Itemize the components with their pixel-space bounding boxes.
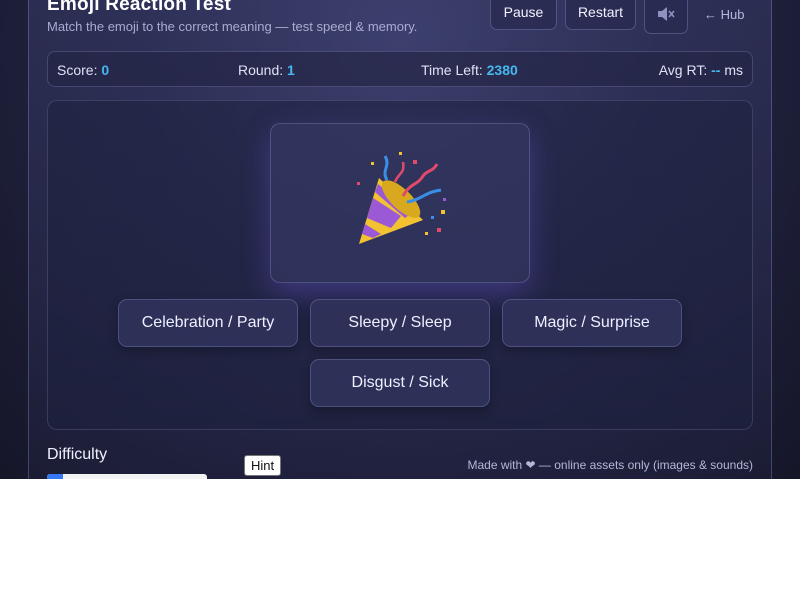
page-subtitle: Match the emoji to the correct meaning —… xyxy=(47,19,418,34)
avg-rt-stat: Avg RT: -- ms xyxy=(659,62,743,78)
hub-link[interactable]: ← Hub xyxy=(704,7,744,22)
score-value: 0 xyxy=(101,62,110,78)
difficulty-label: Difficulty xyxy=(47,446,108,463)
round-value: 1 xyxy=(287,62,295,78)
score-stat: Score: 0 xyxy=(57,62,109,78)
restart-button[interactable]: Restart xyxy=(565,0,636,30)
time-left-value: 2380 xyxy=(486,62,518,78)
score-label: Score: xyxy=(57,62,98,78)
game-viewport: Emoji Reaction Test Match the emoji to t… xyxy=(0,0,800,479)
avg-rt-label: Avg RT: xyxy=(658,62,708,78)
round-label: Round: xyxy=(238,62,284,78)
page-title: Emoji Reaction Test xyxy=(47,0,231,15)
difficulty-slider-fill xyxy=(47,474,63,479)
answer-option-sleepy[interactable]: Sleepy / Sleep xyxy=(310,299,490,347)
answer-option-magic[interactable]: Magic / Surprise xyxy=(502,299,682,347)
avg-rt-unit: ms xyxy=(724,62,743,78)
stats-bar: Score: 0 Round: 1 Time Left: 2380 Avg RT… xyxy=(47,51,753,87)
difficulty-slider[interactable] xyxy=(47,474,207,479)
emoji-card xyxy=(270,123,530,283)
avg-rt-value: -- xyxy=(711,62,721,78)
answer-option-disgust[interactable]: Disgust / Sick xyxy=(310,359,490,407)
hint-button[interactable]: Hint xyxy=(244,455,282,476)
speaker-muted-icon xyxy=(658,7,675,21)
time-left-stat: Time Left: 2380 xyxy=(421,62,518,78)
pause-button[interactable]: Pause xyxy=(490,0,557,30)
party-popper-icon xyxy=(357,152,446,244)
sound-toggle-button[interactable] xyxy=(644,0,688,34)
round-stat: Round: 1 xyxy=(238,62,295,78)
footer-text: Made with ❤ — online assets only (images… xyxy=(467,458,753,472)
time-left-label: Time Left: xyxy=(421,62,483,78)
answer-option-celebration[interactable]: Celebration / Party xyxy=(118,299,298,347)
